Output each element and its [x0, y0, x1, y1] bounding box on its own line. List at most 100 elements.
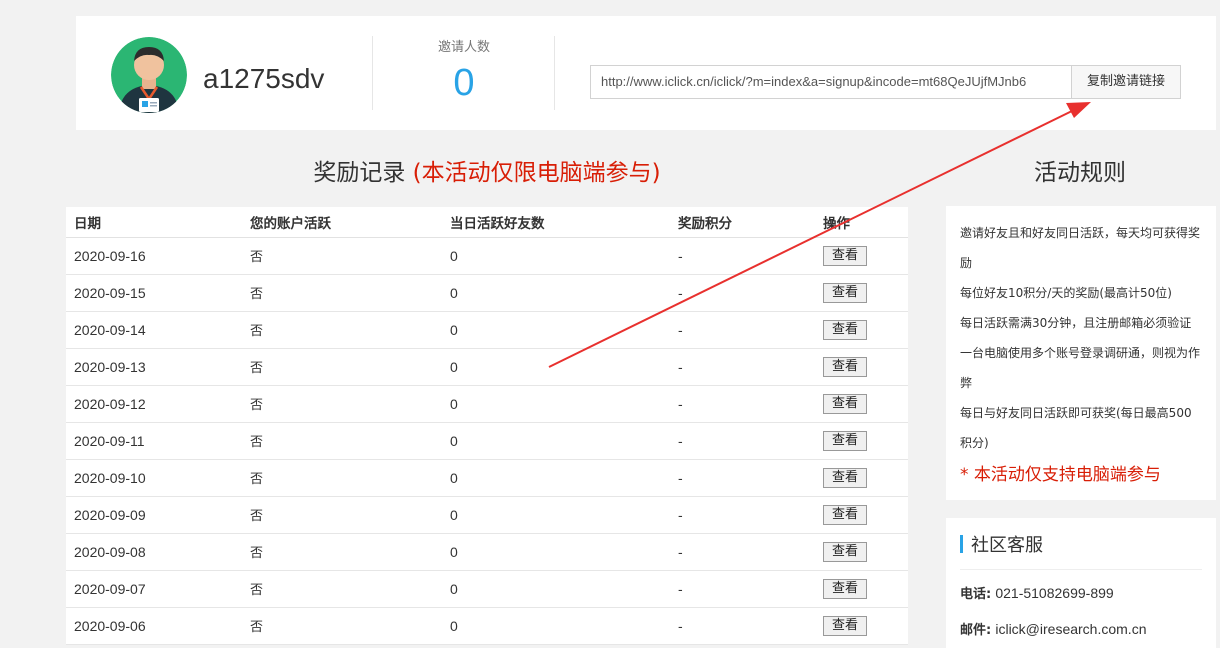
view-button[interactable]: 查看 [823, 245, 867, 266]
table-row: 2020-09-16 否 0- 查看 [66, 237, 908, 275]
service-email: 邮件: iclick@iresearch.com.cn [960, 612, 1202, 648]
cell-account-active: 否 [242, 348, 442, 386]
cell-action: 查看 [815, 459, 908, 497]
invite-count-value: 0 [453, 62, 475, 104]
view-button[interactable]: 查看 [823, 282, 867, 303]
cell-active-friends: 0 [442, 237, 670, 275]
column-header-active-friends: 当日活跃好友数 [442, 207, 670, 238]
rules-card: 邀请好友且和好友同日活跃，每天均可获得奖励每位好友10积分/天的奖励(最高计50… [946, 206, 1216, 500]
email-value[interactable]: iclick@iresearch.com.cn [995, 621, 1146, 637]
cell-account-active: 否 [242, 533, 442, 571]
table-row: 2020-09-12 否 0- 查看 [66, 385, 908, 423]
cell-action: 查看 [815, 348, 908, 386]
cell-reward-points: - [670, 311, 815, 349]
rules-title: 活动规则 [1034, 160, 1126, 186]
cell-date: 2020-09-09 [66, 496, 242, 534]
table-row: 2020-09-09 否 0- 查看 [66, 496, 908, 534]
user-avatar [111, 37, 187, 113]
cell-date: 2020-09-10 [66, 459, 242, 497]
phone-value: 021-51082699-899 [995, 585, 1114, 601]
cell-date: 2020-09-08 [66, 533, 242, 571]
view-button[interactable]: 查看 [823, 467, 867, 488]
user-summary-card: a1275sdv 邀请人数 0 http://www.iclick.cn/icl… [76, 16, 1216, 130]
cell-reward-points: - [670, 570, 815, 608]
table-row: 2020-09-06 否 0- 查看 [66, 607, 908, 645]
invite-link-field[interactable]: http://www.iclick.cn/iclick/?m=index&a=s… [590, 65, 1072, 99]
cell-reward-points: - [670, 422, 815, 460]
invite-stat: 邀请人数 0 [373, 38, 555, 108]
cell-active-friends: 0 [442, 533, 670, 571]
cell-reward-points: - [670, 237, 815, 275]
table-row: 2020-09-11 否 0- 查看 [66, 422, 908, 460]
cell-account-active: 否 [242, 237, 442, 275]
cell-date: 2020-09-16 [66, 237, 242, 275]
cell-action: 查看 [815, 607, 908, 645]
cell-active-friends: 0 [442, 459, 670, 497]
column-header-date: 日期 [66, 207, 242, 238]
rule-line: 励 [960, 256, 973, 270]
rule-line: 邀请好友且和好友同日活跃，每天均可获得奖 [960, 226, 1201, 240]
view-button[interactable]: 查看 [823, 356, 867, 377]
rewards-table: 日期 您的账户活跃 当日活跃好友数 奖励积分 操作 2020-09-16 否 0- 查… [66, 207, 908, 645]
cell-date: 2020-09-14 [66, 311, 242, 349]
view-button[interactable]: 查看 [823, 430, 867, 451]
view-button[interactable]: 查看 [823, 393, 867, 414]
cell-active-friends: 0 [442, 311, 670, 349]
cell-reward-points: - [670, 607, 815, 645]
cell-active-friends: 0 [442, 385, 670, 423]
cell-date: 2020-09-12 [66, 385, 242, 423]
invite-count-label: 邀请人数 [437, 40, 490, 55]
service-header: 社区客服 [960, 518, 1202, 570]
cell-action: 查看 [815, 570, 908, 608]
customer-service-card: 社区客服 电话: 021-51082699-899 邮件: iclick@ire… [946, 518, 1216, 648]
service-phone: 电话: 021-51082699-899 [960, 576, 1202, 612]
rule-line: 每日与好友同日活跃即可获奖(每日最高500 [960, 406, 1192, 420]
rule-line: 每位好友10积分/天的奖励(最高计50位) [960, 286, 1172, 300]
cell-action: 查看 [815, 385, 908, 423]
cell-account-active: 否 [242, 496, 442, 534]
rule-line: 弊 [960, 376, 973, 390]
cell-active-friends: 0 [442, 274, 670, 312]
table-row: 2020-09-08 否 0- 查看 [66, 533, 908, 571]
rule-line: 每日活跃需满30分钟，且注册邮箱必须验证 [960, 316, 1192, 330]
phone-label: 电话: [960, 587, 992, 602]
view-button[interactable]: 查看 [823, 504, 867, 525]
view-button[interactable]: 查看 [823, 615, 867, 636]
service-title: 社区客服 [971, 534, 1043, 556]
rewards-title-note: (本活动仅限电脑端参与) [412, 160, 661, 186]
column-header-action: 操作 [815, 207, 908, 238]
cell-reward-points: - [670, 459, 815, 497]
cell-active-friends: 0 [442, 607, 670, 645]
cell-date: 2020-09-07 [66, 570, 242, 608]
cell-account-active: 否 [242, 422, 442, 460]
cell-account-active: 否 [242, 570, 442, 608]
rule-line: 一台电脑使用多个账号登录调研通，则视为作 [960, 346, 1201, 360]
table-row: 2020-09-15 否 0- 查看 [66, 274, 908, 312]
cell-active-friends: 0 [442, 570, 670, 608]
table-header-row: 日期 您的账户活跃 当日活跃好友数 奖励积分 操作 [66, 207, 908, 238]
cell-reward-points: - [670, 385, 815, 423]
table-row: 2020-09-13 否 0- 查看 [66, 348, 908, 386]
email-label: 邮件: [960, 623, 992, 638]
cell-account-active: 否 [242, 607, 442, 645]
rules-warning: * 本活动仅支持电脑端参与 [960, 465, 1161, 485]
rewards-title-text: 奖励记录 [313, 160, 406, 186]
username: a1275sdv [203, 63, 325, 94]
cell-action: 查看 [815, 533, 908, 571]
copy-invite-link-button[interactable]: 复制邀请链接 [1071, 65, 1181, 99]
cell-active-friends: 0 [442, 422, 670, 460]
cell-reward-points: - [670, 274, 815, 312]
column-header-reward-points: 奖励积分 [670, 207, 815, 238]
cell-account-active: 否 [242, 459, 442, 497]
cell-account-active: 否 [242, 274, 442, 312]
view-button[interactable]: 查看 [823, 578, 867, 599]
column-header-account-active: 您的账户活跃 [242, 207, 442, 238]
view-button[interactable]: 查看 [823, 541, 867, 562]
cell-action: 查看 [815, 311, 908, 349]
cell-action: 查看 [815, 237, 908, 275]
cell-account-active: 否 [242, 385, 442, 423]
rewards-title: 奖励记录 (本活动仅限电脑端参与) [66, 156, 908, 190]
cell-account-active: 否 [242, 311, 442, 349]
cell-reward-points: - [670, 533, 815, 571]
view-button[interactable]: 查看 [823, 319, 867, 340]
